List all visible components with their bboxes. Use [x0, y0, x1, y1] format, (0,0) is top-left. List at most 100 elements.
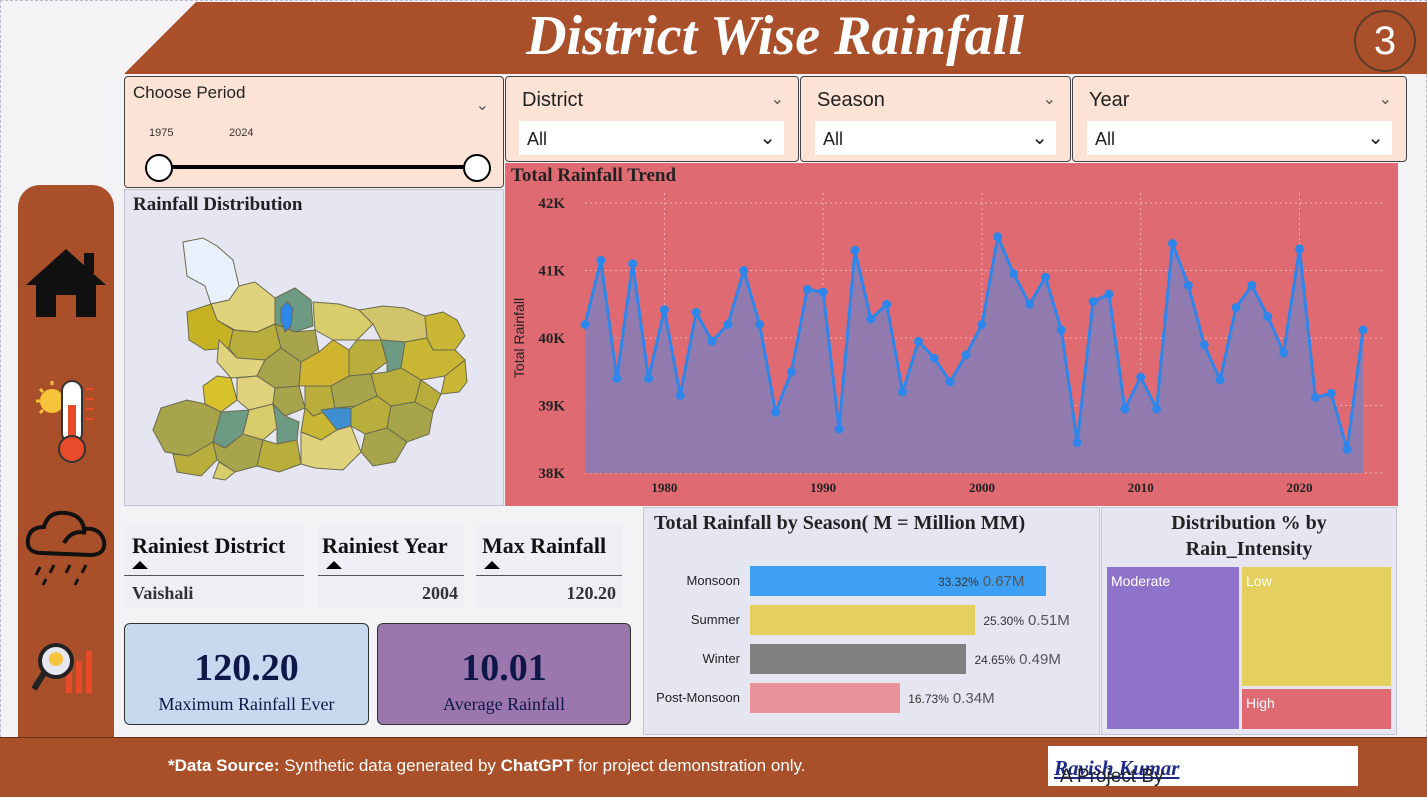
chevron-down-icon[interactable]: ⌄ — [1031, 125, 1048, 150]
season-bar[interactable] — [750, 605, 976, 635]
season-slicer-label: Season — [817, 89, 885, 111]
trend-point — [961, 350, 971, 360]
season-bar-label: Post-Monsoon — [656, 690, 740, 705]
trend-point — [1326, 388, 1336, 398]
season-bar-percent: 33.32% — [938, 575, 979, 589]
data-source-text: Synthetic data generated by — [279, 756, 501, 775]
period-slider-end-handle[interactable] — [463, 154, 491, 182]
divider — [318, 575, 464, 576]
trend-point — [1088, 297, 1098, 307]
treemap-moderate[interactable]: Moderate — [1107, 567, 1239, 729]
analysis-icon[interactable] — [32, 631, 102, 701]
trend-point — [993, 232, 1003, 242]
data-source-text-end: for project demonstration only. — [573, 756, 806, 775]
period-slider-start-handle[interactable] — [145, 154, 173, 182]
season-dropdown[interactable]: All ⌄ — [815, 121, 1056, 155]
trend-point — [1279, 348, 1289, 358]
trend-point — [596, 255, 606, 265]
period-slicer[interactable]: Choose Period ⌄ 1975 2024 — [124, 76, 504, 188]
temperature-icon[interactable] — [32, 375, 102, 465]
trend-point — [818, 287, 828, 297]
y-tick-label: 41K — [538, 264, 565, 280]
x-tick-label: 2010 — [1128, 480, 1154, 495]
season-bar-value: 16.73% 0.34M — [908, 690, 994, 707]
trend-point — [1263, 311, 1273, 321]
data-source-note: *Data Source: Synthetic data generated b… — [168, 756, 806, 776]
season-bar-chart[interactable]: Monsoon 33.32% 0.67M Summer 25.30% 0.51M Winte… — [644, 508, 1101, 736]
chevron-down-icon[interactable]: ⌄ — [1367, 125, 1384, 150]
season-bar[interactable] — [750, 644, 967, 674]
year-slicer[interactable]: Year ⌄ All ⌄ — [1072, 76, 1407, 162]
page-number-badge[interactable]: 3 — [1354, 10, 1416, 72]
intensity-panel: Distribution % by Rain_Intensity Moderat… — [1101, 507, 1397, 735]
season-bar-value: 24.65% 0.49M — [974, 651, 1060, 668]
trend-point — [1199, 340, 1209, 350]
year-dropdown-value: All — [1095, 129, 1116, 149]
trend-point — [834, 424, 844, 434]
chevron-down-icon[interactable]: ⌄ — [759, 125, 776, 150]
trend-point — [913, 336, 923, 346]
trend-point — [977, 320, 987, 329]
period-slider-track[interactable] — [159, 165, 477, 169]
trend-point — [628, 259, 638, 269]
divider — [124, 575, 304, 576]
home-icon[interactable] — [22, 245, 110, 325]
data-source-label: *Data Source: — [168, 756, 280, 775]
average-rainfall-kpi-value: 10.01 — [461, 647, 547, 689]
year-dropdown[interactable]: All ⌄ — [1087, 121, 1392, 155]
chevron-down-icon[interactable]: ⌄ — [476, 95, 489, 115]
season-bar-label: Winter — [702, 651, 740, 666]
trend-point — [786, 367, 796, 377]
rain-cloud-icon[interactable] — [24, 503, 110, 587]
trend-point — [755, 320, 765, 329]
average-rainfall-kpi: 10.01 Average Rainfall — [377, 623, 631, 725]
trend-point — [691, 307, 701, 317]
district-dropdown[interactable]: All ⌄ — [519, 121, 784, 155]
x-tick-label: 1990 — [810, 480, 836, 495]
treemap-low-label: Low — [1246, 573, 1272, 589]
treemap-high-label: High — [1246, 695, 1275, 711]
rainiest-district-header: Rainiest District — [132, 533, 286, 558]
season-slicer[interactable]: Season ⌄ All ⌄ — [800, 76, 1071, 162]
season-bar[interactable] — [750, 683, 901, 713]
season-bar-label: Monsoon — [686, 573, 740, 588]
trend-point — [1025, 299, 1035, 309]
trend-point — [1310, 392, 1320, 402]
trend-point — [644, 374, 654, 383]
trend-point — [802, 284, 812, 294]
trend-point — [1231, 303, 1241, 313]
treemap-high[interactable]: High — [1242, 689, 1391, 729]
chevron-down-icon[interactable]: ⌄ — [1043, 89, 1056, 109]
treemap-moderate-label: Moderate — [1111, 573, 1171, 589]
trend-point — [1358, 325, 1368, 335]
trend-point — [580, 320, 590, 329]
trend-point — [1040, 272, 1050, 282]
trend-point — [882, 299, 892, 309]
trend-point — [945, 377, 955, 387]
district-map[interactable] — [125, 190, 505, 507]
intensity-title-line2: Rain_Intensity — [1185, 538, 1313, 560]
chevron-down-icon[interactable]: ⌄ — [1379, 89, 1392, 109]
credit-box: A Project By Ravish Kumar — [1048, 746, 1358, 787]
trend-area — [585, 236, 1363, 473]
rainiest-district-value: Vaishali — [132, 583, 194, 603]
season-dropdown-value: All — [823, 129, 844, 149]
chevron-down-icon[interactable]: ⌄ — [771, 89, 784, 109]
season-bar-value: 25.30% 0.51M — [983, 612, 1069, 629]
treemap-low[interactable]: Low — [1242, 567, 1391, 686]
credit-prefix: A Project By — [1060, 766, 1164, 787]
average-rainfall-kpi-label: Average Rainfall — [442, 694, 566, 714]
district-slicer[interactable]: District ⌄ All ⌄ — [505, 76, 799, 162]
sort-up-icon[interactable] — [132, 561, 148, 569]
x-tick-label: 2020 — [1286, 480, 1312, 495]
season-bar-amount: 0.34M — [952, 690, 995, 707]
trend-point — [739, 266, 749, 275]
max-rainfall-kpi-value: 120.20 — [194, 647, 299, 689]
trend-point — [1342, 444, 1352, 454]
trend-point — [1215, 375, 1225, 385]
sort-up-icon[interactable] — [484, 561, 500, 569]
trend-point — [707, 336, 717, 346]
page-title: District Wise Rainfall — [526, 5, 1024, 67]
trend-chart[interactable]: 42K41K40K39K38K1980 1990 2000 2010 2020Total… — [505, 163, 1398, 506]
sort-up-icon[interactable] — [326, 561, 342, 569]
